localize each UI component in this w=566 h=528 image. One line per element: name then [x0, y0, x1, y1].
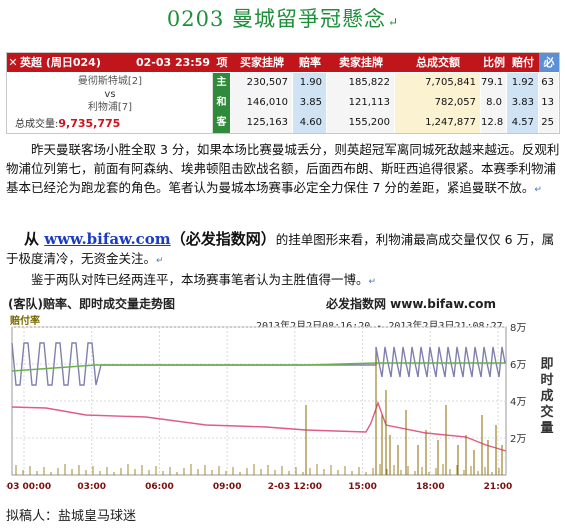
match-info: 曼彻斯特城[2] vs 利物浦[7] 总成交量:9,735,775 — [7, 72, 213, 133]
col-header-volume: 总成交额 — [416, 56, 460, 69]
table-header: ✕ 英超 (周日024) 02-03 23:59 项 买家挂牌 赔率 卖家挂牌 … — [7, 53, 559, 88]
y-tick-label: 4万 — [510, 397, 526, 408]
trend-chart: (客队)赔率、即时成交量走势图 必发指数网 www.bifaw.com 赔付率 … — [6, 295, 560, 499]
page-title: 0203 曼城留爭冠懸念 ↵ — [166, 7, 400, 31]
table-row: 客 125,163 4.60 155,200 1,247,877 12.8 4.… — [213, 113, 559, 133]
col-header-buy: 买家挂牌 — [240, 56, 284, 69]
league-label: 英超 (周日024) — [20, 56, 101, 69]
odds-table: ✕ 英超 (周日024) 02-03 23:59 项 买家挂牌 赔率 卖家挂牌 … — [6, 52, 560, 134]
table-row: 主 230,507 1.90 185,822 7,705,841 79.1 1.… — [213, 73, 559, 93]
col-header-payout: 赔付率 — [512, 56, 534, 88]
x-tick-label: 21:00 — [484, 482, 513, 492]
footer-author: 拟稿人：盐城皇马球迷 — [6, 509, 137, 524]
col-header-ratio: 比例 — [483, 56, 505, 69]
paragraph-analysis: 昨天曼联客场小胜全取 3 分，如果本场比赛曼城丢分，则英超冠军离同城死敌越来越远… — [6, 142, 560, 195]
x-tick-label: 2-03 12:00 — [268, 482, 322, 492]
total-volume: 总成交量:9,735,775 — [15, 117, 121, 130]
y-tick-label: 6万 — [510, 360, 526, 371]
col-header-item: 项 — [216, 56, 228, 69]
away-team: 利物浦[7] — [87, 102, 133, 113]
x-tick-label: 18:00 — [416, 482, 445, 492]
x-tick-label: 03:00 — [77, 482, 106, 492]
col-header-index: 必指 — [539, 53, 559, 88]
table-row: 和 146,010 3.85 121,113 782,057 8.0 3.83 … — [213, 93, 559, 113]
bifaw-link[interactable]: www.bifaw.com — [44, 230, 170, 248]
col-header-sell: 卖家挂牌 — [339, 56, 383, 69]
flag-icon: ✕ — [8, 56, 18, 69]
x-tick-label: 06:00 — [145, 482, 174, 492]
paragraph-bifaw: 从 www.bifaw.com（必发指数网）的挂单图形来看，利物浦最高成交量仅仅… — [6, 230, 555, 266]
home-team: 曼彻斯特城[2] — [77, 76, 143, 87]
x-tick-label: 2-03 00:00 — [6, 482, 51, 492]
chart-canvas: 2-03 00:00 03:00 06:00 09:00 2-03 12:00 15:00… — [6, 323, 526, 492]
y-tick-label: 2万 — [510, 434, 526, 445]
plot-area — [11, 326, 507, 476]
x-tick-label: 09:00 — [213, 482, 242, 492]
x-tick-label: 15:00 — [348, 482, 377, 492]
right-axis-label: 即时成交量 — [540, 357, 554, 436]
y-tick-label: 8万 — [510, 323, 526, 334]
match-datetime: 02-03 23:59 — [135, 56, 211, 69]
vs-label: vs — [104, 89, 116, 100]
paragraph-conclusion: 鉴于两队对阵已经两连平，本场赛事笔者认为主胜值得一博。↵ — [31, 272, 377, 287]
col-header-odds: 赔率 — [299, 56, 321, 69]
